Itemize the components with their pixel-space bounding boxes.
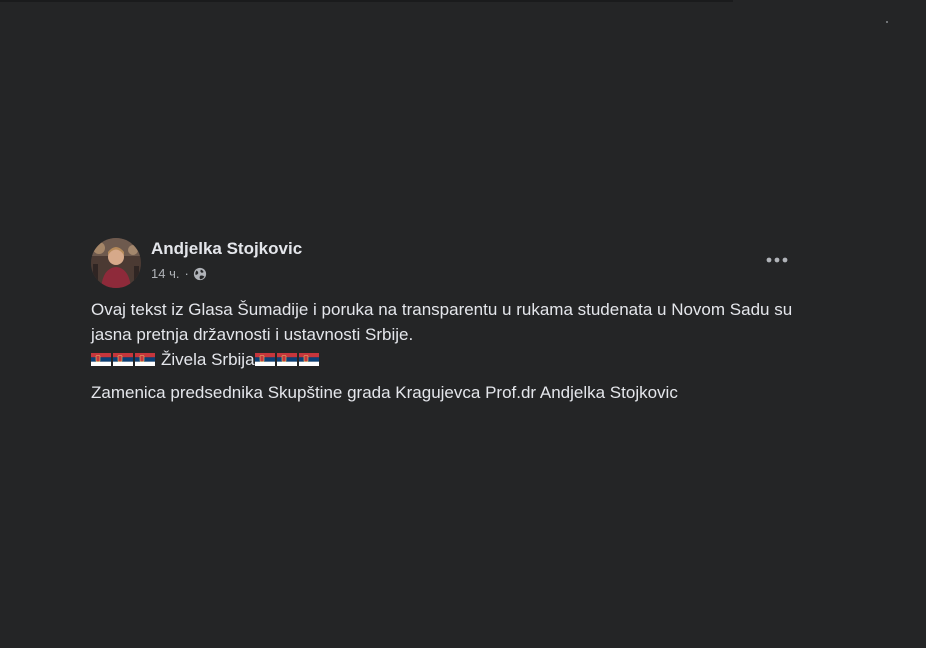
corner-mark: [886, 21, 888, 23]
more-options-button[interactable]: [759, 246, 795, 274]
post-text-paragraph: Ovaj tekst iz Glasa Šumadije i poruka na…: [91, 300, 793, 344]
post-header: Andjelka Stojkovic 14 ч. ·: [91, 236, 796, 288]
more-options-icon: [766, 257, 788, 263]
author-avatar[interactable]: [91, 238, 141, 288]
post-text-line-flags: Živela Srbija: [91, 347, 796, 372]
author-name[interactable]: Andjelka Stojkovic: [151, 239, 302, 259]
window-top-border: [0, 0, 733, 2]
post-timestamp[interactable]: 14 ч.: [151, 266, 179, 281]
serbia-flag-icon: [276, 353, 297, 366]
serbia-flag-icon: [298, 353, 319, 366]
globe-icon[interactable]: [193, 267, 207, 281]
serbia-flag-icon: [254, 353, 275, 366]
serbia-flag-icon: [91, 353, 111, 366]
facebook-post: Andjelka Stojkovic 14 ч. · Ovaj tekst iz: [91, 236, 796, 405]
serbia-flag-icon: [135, 353, 155, 366]
post-text-slogan: Živela Srbija: [161, 350, 255, 369]
post-meta: 14 ч. ·: [151, 266, 207, 281]
serbia-flag-icon: [113, 353, 133, 366]
post-signature: Zamenica predsednika Skupštine grada Kra…: [91, 383, 678, 402]
post-body: Ovaj tekst iz Glasa Šumadije i poruka na…: [91, 297, 796, 405]
meta-separator: ·: [184, 266, 189, 281]
avatar-photo-icon: [91, 238, 141, 288]
